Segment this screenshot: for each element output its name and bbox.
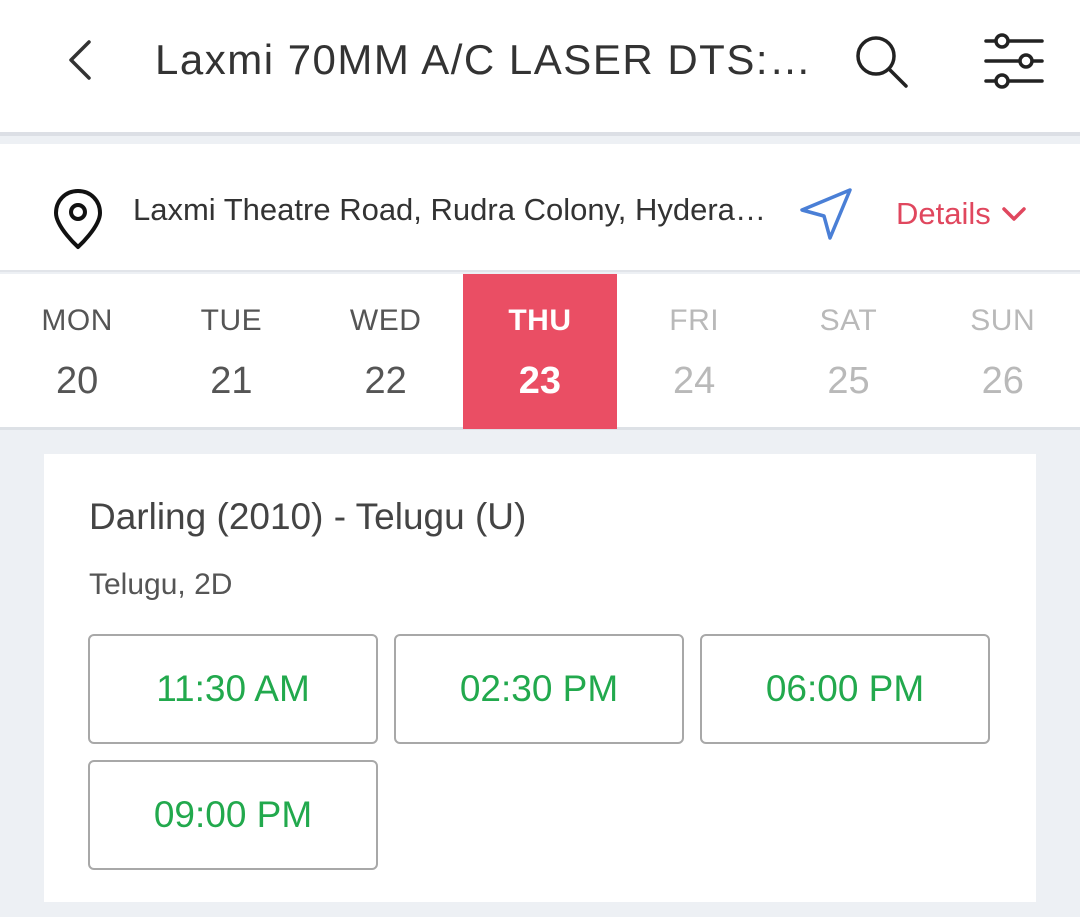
date-item-wed[interactable]: WED 22 [309, 274, 463, 429]
movie-format: Telugu, 2D [89, 568, 233, 601]
date-number: 25 [827, 360, 870, 402]
sliders-icon [984, 33, 1044, 89]
showtime-button[interactable]: 11:30 AM [88, 634, 378, 744]
details-button[interactable]: Details [896, 194, 1027, 234]
map-pin-icon [54, 189, 102, 249]
back-button[interactable] [50, 30, 110, 90]
date-selector: MON 20 TUE 21 WED 22 THU 23 FRI 24 SAT 2… [0, 274, 1080, 430]
date-number: 23 [518, 360, 562, 402]
chevron-left-icon [69, 40, 91, 80]
date-day-label: THU [508, 304, 572, 337]
date-item-tue[interactable]: TUE 21 [154, 274, 308, 429]
app-header: Laxmi 70MM A/C LASER DTS: Hyderabad [0, 0, 1080, 136]
navigation-icon[interactable] [798, 186, 854, 242]
date-day-label: FRI [669, 304, 720, 337]
details-label: Details [896, 196, 991, 231]
date-item-fri[interactable]: FRI 24 [617, 274, 771, 429]
date-day-label: TUE [200, 304, 263, 337]
date-number: 20 [55, 360, 99, 402]
date-number: 26 [981, 360, 1024, 402]
date-item-sun[interactable]: SUN 26 [926, 274, 1080, 429]
date-day-label: WED [349, 304, 422, 337]
search-icon [856, 36, 908, 88]
filter-button[interactable] [978, 26, 1050, 96]
date-number: 22 [364, 360, 407, 402]
date-number: 24 [673, 360, 716, 402]
date-number: 21 [210, 360, 253, 402]
search-button[interactable] [848, 28, 914, 94]
date-day-label: SUN [970, 304, 1036, 337]
movie-card: Darling (2010) - Telugu (U) Telugu, 2D 1… [44, 454, 1036, 902]
date-day-label: MON [41, 304, 113, 337]
date-day-label: SAT [819, 304, 878, 337]
date-item-sat[interactable]: SAT 25 [771, 274, 925, 429]
movie-title[interactable]: Darling (2010) - Telugu (U) [89, 496, 526, 538]
page-title: Laxmi 70MM A/C LASER DTS: Hyderabad [155, 36, 815, 83]
theatre-address: Laxmi Theatre Road, Rudra Colony, Hydera… [133, 192, 773, 227]
theatre-location-bar: Laxmi Theatre Road, Rudra Colony, Hydera… [0, 144, 1080, 272]
showtime-button[interactable]: 06:00 PM [700, 634, 990, 744]
chevron-down-icon [1002, 207, 1026, 221]
date-item-thu[interactable]: THU 23 [462, 274, 618, 429]
showtime-button[interactable]: 09:00 PM [88, 760, 378, 870]
date-item-mon[interactable]: MON 20 [0, 274, 154, 429]
showtime-button[interactable]: 02:30 PM [394, 634, 684, 744]
